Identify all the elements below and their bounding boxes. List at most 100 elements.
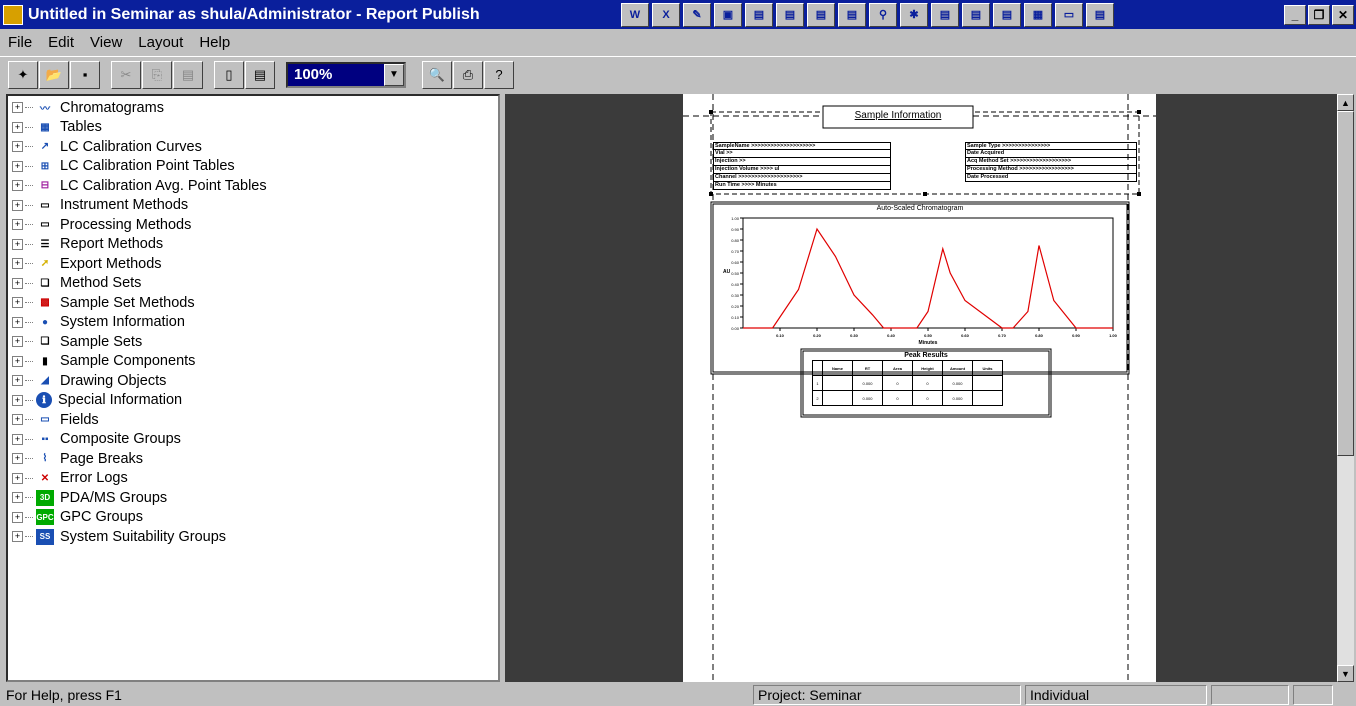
page-layout-icon[interactable]: ▯ [214, 60, 244, 89]
expand-icon[interactable]: + [12, 121, 23, 133]
tree-item[interactable]: +3D PDA/MS Groups [8, 488, 498, 508]
expand-icon[interactable]: + [12, 102, 23, 114]
app-icon[interactable] [3, 4, 23, 25]
x-tick-label: 0.50 [924, 333, 933, 338]
context-help-icon[interactable]: ? [484, 60, 514, 89]
scroll-down-icon[interactable]: ▼ [1337, 665, 1354, 682]
app-window-icon[interactable]: ▤ [838, 2, 866, 27]
object-tree[interactable]: + 〰 Chromatograms + ▦ Tables + ↗ LC Calibration … [6, 94, 500, 682]
expand-icon[interactable]: + [12, 277, 23, 289]
tree-item[interactable]: + ➚ Export Methods [8, 254, 498, 274]
expand-icon[interactable]: + [12, 414, 23, 426]
tree-item[interactable]: + ▭ Processing Methods [8, 215, 498, 235]
tree-item[interactable]: + SS System Suitability Groups [8, 527, 498, 547]
y-axis-label: AU [723, 269, 731, 275]
expand-icon[interactable]: + [12, 453, 23, 465]
word-icon[interactable]: W [621, 2, 649, 27]
expand-icon[interactable]: + [12, 433, 23, 445]
tree-item-label: Processing Methods [60, 216, 192, 233]
expand-icon[interactable]: + [12, 258, 23, 270]
menu-layout[interactable]: Layout [130, 34, 191, 51]
instrument-method-icon: ▭ [40, 199, 50, 211]
app-window-icon[interactable]: ▣ [714, 2, 742, 27]
table-cell: 0.000 [852, 390, 883, 406]
x-tick-label: 0.40 [887, 333, 896, 338]
tree-item[interactable]: + ⊟ LC Calibration Avg. Point Tables [8, 176, 498, 196]
expand-icon[interactable]: + [12, 511, 23, 523]
tree-item[interactable]: + ⊞ LC Calibration Point Tables [8, 157, 498, 177]
tree-item[interactable]: + ↗ LC Calibration Curves [8, 137, 498, 157]
tree-item[interactable]: + ▪▪ Composite Groups [8, 430, 498, 450]
expand-icon[interactable]: + [12, 180, 23, 192]
document-icon[interactable]: ▦ [1024, 2, 1052, 27]
tree-item[interactable]: + ● System Information [8, 313, 498, 333]
app-window-icon[interactable]: ▤ [993, 2, 1021, 27]
menu-view[interactable]: View [82, 34, 130, 51]
expand-icon[interactable]: + [12, 316, 23, 328]
tree-connector [25, 204, 33, 206]
scroll-up-icon[interactable]: ▲ [1337, 94, 1354, 111]
tree-item[interactable]: + GPC GPC Groups [8, 508, 498, 528]
page-view-icon[interactable]: ▤ [245, 60, 275, 89]
menu-edit[interactable]: Edit [40, 34, 82, 51]
expand-icon[interactable]: + [12, 238, 23, 250]
menu-help[interactable]: Help [191, 34, 238, 51]
print-preview-icon[interactable]: 🔍 [422, 60, 452, 89]
app-window-icon[interactable]: ▤ [1086, 2, 1114, 27]
cut-icon[interactable]: ✂ [111, 60, 141, 89]
zoom-select[interactable]: 100% ▼ [286, 61, 406, 88]
menu-file[interactable]: File [0, 34, 40, 51]
tree-item[interactable]: + ❏ Method Sets [8, 274, 498, 294]
app-window-icon[interactable]: ▤ [776, 2, 804, 27]
expand-icon[interactable]: + [12, 199, 23, 211]
expand-icon[interactable]: + [12, 375, 23, 387]
tree-item[interactable]: + ▭ Instrument Methods [8, 196, 498, 216]
restore-icon[interactable]: ❐ [1308, 4, 1330, 25]
tree-item[interactable]: + ▩ Sample Set Methods [8, 293, 498, 313]
expand-icon[interactable]: + [12, 219, 23, 231]
minimize-icon[interactable]: _ [1284, 4, 1306, 25]
tree-item[interactable]: + ℹ Special Information [8, 391, 498, 411]
scroll-thumb[interactable] [1337, 111, 1354, 456]
expand-icon[interactable]: + [12, 160, 23, 172]
vertical-scrollbar[interactable]: ▲ ▼ [1337, 94, 1354, 682]
tree-item[interactable]: + ✕ Error Logs [8, 469, 498, 489]
title-bar[interactable]: Untitled in Seminar as shula/Administrat… [0, 0, 1356, 29]
tree-item[interactable]: + 〰 Chromatograms [8, 98, 498, 118]
tree-item[interactable]: + ▭ Fields [8, 410, 498, 430]
search-app-icon[interactable]: ⚲ [869, 2, 897, 27]
molecule-icon[interactable]: ✱ [900, 2, 928, 27]
expand-icon[interactable]: + [12, 394, 23, 406]
tree-item[interactable]: + ◢ Drawing Objects [8, 371, 498, 391]
expand-icon[interactable]: + [12, 297, 23, 309]
tree-item[interactable]: + ▮ Sample Components [8, 352, 498, 372]
tree-item[interactable]: + ⌇ Page Breaks [8, 449, 498, 469]
tree-item[interactable]: + ❏ Sample Sets [8, 332, 498, 352]
save-icon[interactable]: ▪ [70, 60, 100, 89]
expand-icon[interactable]: + [12, 531, 23, 543]
expand-icon[interactable]: + [12, 472, 23, 484]
report-preview[interactable]: Sample Information SampleName >>>>>>>>>>… [505, 94, 1337, 682]
y-tick-label: 0.10 [731, 315, 740, 320]
expand-icon[interactable]: + [12, 492, 23, 504]
copy-icon[interactable]: ⎘ [142, 60, 172, 89]
tree-item[interactable]: + ▦ Tables [8, 118, 498, 138]
expand-icon[interactable]: + [12, 355, 23, 367]
expand-icon[interactable]: + [12, 336, 23, 348]
app-window-icon[interactable]: ▤ [931, 2, 959, 27]
wizard-icon[interactable]: ✦ [8, 60, 38, 89]
expand-icon[interactable]: + [12, 141, 23, 153]
app-window-icon[interactable]: ▤ [807, 2, 835, 27]
monitor-icon[interactable]: ▭ [1055, 2, 1083, 27]
paste-icon[interactable]: ▤ [173, 60, 203, 89]
paint-icon[interactable]: ✎ [683, 2, 711, 27]
close-icon[interactable]: ✕ [1332, 4, 1354, 25]
excel-icon[interactable]: X [652, 2, 680, 27]
open-icon[interactable]: 📂 [39, 60, 69, 89]
app-window-icon[interactable]: ▤ [962, 2, 990, 27]
app-window-icon[interactable]: ▤ [745, 2, 773, 27]
report-page[interactable]: Sample Information SampleName >>>>>>>>>>… [683, 94, 1156, 682]
print-icon[interactable]: ⎙ [453, 60, 483, 89]
chevron-down-icon[interactable]: ▼ [384, 63, 404, 86]
tree-item[interactable]: + ☰ Report Methods [8, 235, 498, 255]
